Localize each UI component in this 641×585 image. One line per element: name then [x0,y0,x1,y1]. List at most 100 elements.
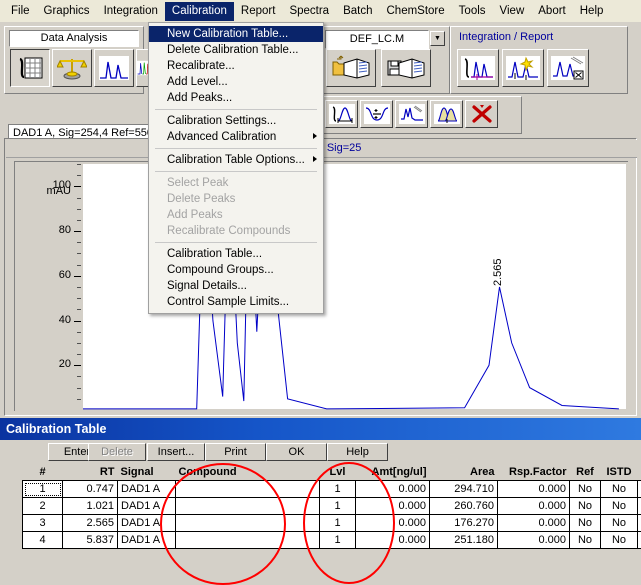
menu-option-recalibrate[interactable]: Recalibrate... [149,58,323,74]
cell-rsp[interactable]: 0.000 [498,498,570,515]
cell-amt[interactable]: 0.000 [356,498,430,515]
table-row[interactable]: 21.021DAD1 A10.000260.7600.000NoNo [23,498,641,515]
column-header-hash[interactable]: # [638,464,641,481]
cell-istd[interactable]: No [601,515,638,532]
menu-option-new-calibration-table[interactable]: New Calibration Table... [149,26,323,42]
menu-item-view[interactable]: View [493,2,532,21]
cell-ref[interactable]: No [570,532,601,549]
menu-item-tools[interactable]: Tools [452,2,493,21]
menu-item-report[interactable]: Report [234,2,283,21]
cell-lvl[interactable]: 1 [320,515,356,532]
cell-lvl[interactable]: 1 [320,532,356,549]
column-header-num[interactable]: # [23,464,63,481]
column-header-ref[interactable]: Ref [570,464,601,481]
cell-rsp[interactable]: 0.000 [498,532,570,549]
auto-integrate-button[interactable] [502,49,544,87]
baseline-button[interactable] [395,100,428,128]
cell-amt[interactable]: 0.000 [356,532,430,549]
table-row[interactable]: 10.747DAD1 A10.000294.7100.000NoNo [23,481,641,498]
help-button[interactable]: Help [327,443,388,461]
calibration-dropdown-menu[interactable]: New Calibration Table...Delete Calibrati… [148,22,324,314]
cell-signal[interactable]: DAD1 A [118,532,176,549]
ok-button[interactable]: OK [266,443,327,461]
print-button[interactable]: Print [205,443,266,461]
cell-hash[interactable] [638,498,641,515]
menu-option-advanced-calibration[interactable]: Advanced Calibration [149,129,323,145]
column-header-signal[interactable]: Signal [118,464,176,481]
cell-num[interactable]: 4 [23,532,63,549]
cell-rt[interactable]: 0.747 [63,481,118,498]
cell-hash[interactable] [638,515,641,532]
column-header-rsp[interactable]: Rsp.Factor [498,464,570,481]
column-header-amt[interactable]: Amt[ng/ul] [356,464,430,481]
menu-item-calibration[interactable]: Calibration [165,2,234,21]
cell-ref[interactable]: No [570,498,601,515]
menu-item-spectra[interactable]: Spectra [282,2,336,21]
method-combo-arrow[interactable]: ▼ [430,31,445,46]
menu-option-add-peaks[interactable]: Add Peaks... [149,90,323,106]
peak-fill-button[interactable] [430,100,463,128]
menu-option-signal-details[interactable]: Signal Details... [149,278,323,294]
cell-amt[interactable]: 0.000 [356,481,430,498]
cell-compound[interactable] [176,532,320,549]
integrate-table-button[interactable] [10,49,50,87]
cell-rt[interactable]: 2.565 [63,515,118,532]
table-row[interactable]: 45.837DAD1 A10.000251.1800.000NoNo [23,532,641,549]
menu-option-calibration-table-options[interactable]: Calibration Table Options... [149,152,323,168]
integrate-button[interactable] [457,49,499,87]
cell-istd[interactable]: No [601,498,638,515]
cell-istd[interactable]: No [601,532,638,549]
cell-num[interactable]: 2 [23,498,63,515]
cell-istd[interactable]: No [601,481,638,498]
cell-ref[interactable]: No [570,515,601,532]
clear-signal-button[interactable] [465,100,498,128]
column-header-rt[interactable]: RT [63,464,118,481]
cell-rt[interactable]: 1.021 [63,498,118,515]
cell-compound[interactable] [176,481,320,498]
cell-rsp[interactable]: 0.000 [498,515,570,532]
cell-signal[interactable]: DAD1 A [118,481,176,498]
cell-area[interactable]: 260.760 [430,498,498,515]
cell-signal[interactable]: DAD1 A [118,498,176,515]
cell-amt[interactable]: 0.000 [356,515,430,532]
cell-rsp[interactable]: 0.000 [498,481,570,498]
cell-area[interactable]: 251.180 [430,532,498,549]
cell-lvl[interactable]: 1 [320,481,356,498]
column-header-compound[interactable]: Compound [176,464,320,481]
delete-integration-button[interactable] [547,49,589,87]
cell-compound[interactable] [176,515,320,532]
menu-item-graphics[interactable]: Graphics [37,2,97,21]
menu-option-compound-groups[interactable]: Compound Groups... [149,262,323,278]
cell-hash[interactable] [638,481,641,498]
load-method-button[interactable] [326,49,376,87]
menu-item-chemstore[interactable]: ChemStore [380,2,452,21]
column-header-lvl[interactable]: Lvl [320,464,356,481]
method-combo[interactable]: DEF_LC.M [325,30,429,49]
cell-num[interactable]: 1 [23,481,63,498]
menu-option-add-level[interactable]: Add Level... [149,74,323,90]
cell-rt[interactable]: 5.837 [63,532,118,549]
column-header-area[interactable]: Area [430,464,498,481]
insert-button[interactable]: Insert... [147,443,205,461]
cell-area[interactable]: 176.270 [430,515,498,532]
cell-signal[interactable]: DAD1 A [118,515,176,532]
table-row[interactable]: 32.565DAD1 A10.000176.2700.000NoNo [23,515,641,532]
cell-hash[interactable] [638,532,641,549]
menu-item-abort[interactable]: Abort [531,2,573,21]
menu-item-help[interactable]: Help [573,2,611,21]
cell-compound[interactable] [176,498,320,515]
cell-lvl[interactable]: 1 [320,498,356,515]
cell-num[interactable]: 3 [23,515,63,532]
signal-math-button[interactable] [360,100,393,128]
chromatogram-button[interactable] [94,49,134,87]
menu-item-batch[interactable]: Batch [336,2,379,21]
manual-integration-button[interactable] [325,100,358,128]
menu-item-file[interactable]: File [4,2,37,21]
column-header-istd[interactable]: ISTD [601,464,638,481]
menu-option-calibration-table[interactable]: Calibration Table... [149,246,323,262]
cell-ref[interactable]: No [570,481,601,498]
menu-item-integration[interactable]: Integration [97,2,165,21]
save-method-button[interactable] [381,49,431,87]
balance-button[interactable] [52,49,92,87]
menu-option-calibration-settings[interactable]: Calibration Settings... [149,113,323,129]
